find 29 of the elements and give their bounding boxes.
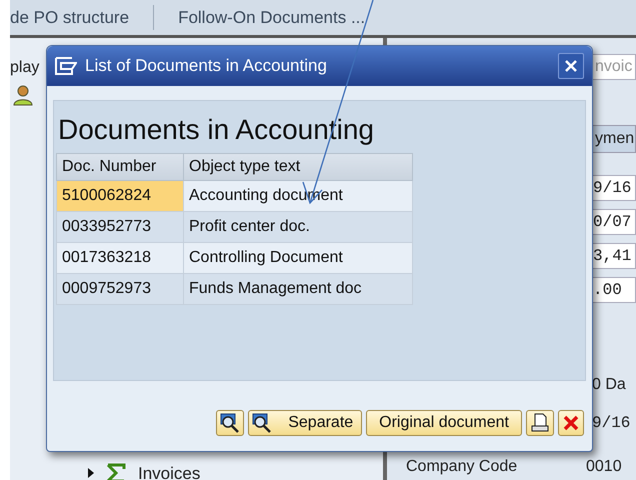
cancel-button[interactable] — [558, 410, 584, 436]
print-button[interactable] — [526, 410, 554, 436]
field-label: Company Code — [406, 457, 518, 477]
sigma-icon — [106, 463, 126, 480]
toolbar-link[interactable]: de PO structure — [10, 4, 154, 30]
close-icon — [564, 59, 578, 73]
detail-button[interactable] — [216, 410, 244, 436]
separate-button[interactable]: Separate — [248, 410, 362, 436]
table-cell[interactable]: Funds Management doc — [184, 274, 412, 304]
dialog-title: List of Documents in Accounting — [85, 55, 328, 78]
date-value: 9/16 — [591, 413, 632, 434]
original-document-button[interactable]: Original document — [366, 410, 522, 436]
close-button[interactable] — [558, 53, 584, 79]
table-cell[interactable]: 0009752973 — [56, 274, 184, 304]
column-header[interactable]: Doc. Number — [56, 154, 184, 180]
person-icon — [12, 84, 34, 106]
company-code-value: 0010 — [586, 457, 623, 477]
magnifier-icon — [252, 413, 272, 433]
tab-label[interactable]: ymen — [590, 125, 636, 153]
field-label: 0 Da — [591, 375, 627, 395]
toolbar-link[interactable]: Follow-On Documents ... — [178, 4, 366, 30]
magnifier-icon — [220, 413, 240, 433]
column-header[interactable]: Object type text — [184, 154, 412, 180]
tree-item[interactable]: Invoices — [138, 460, 200, 480]
printer-icon — [530, 413, 550, 433]
close-icon — [562, 414, 580, 432]
window-icon — [55, 57, 77, 75]
table-cell[interactable]: 5100062824 — [56, 180, 184, 212]
expand-arrow-icon[interactable] — [88, 468, 94, 478]
